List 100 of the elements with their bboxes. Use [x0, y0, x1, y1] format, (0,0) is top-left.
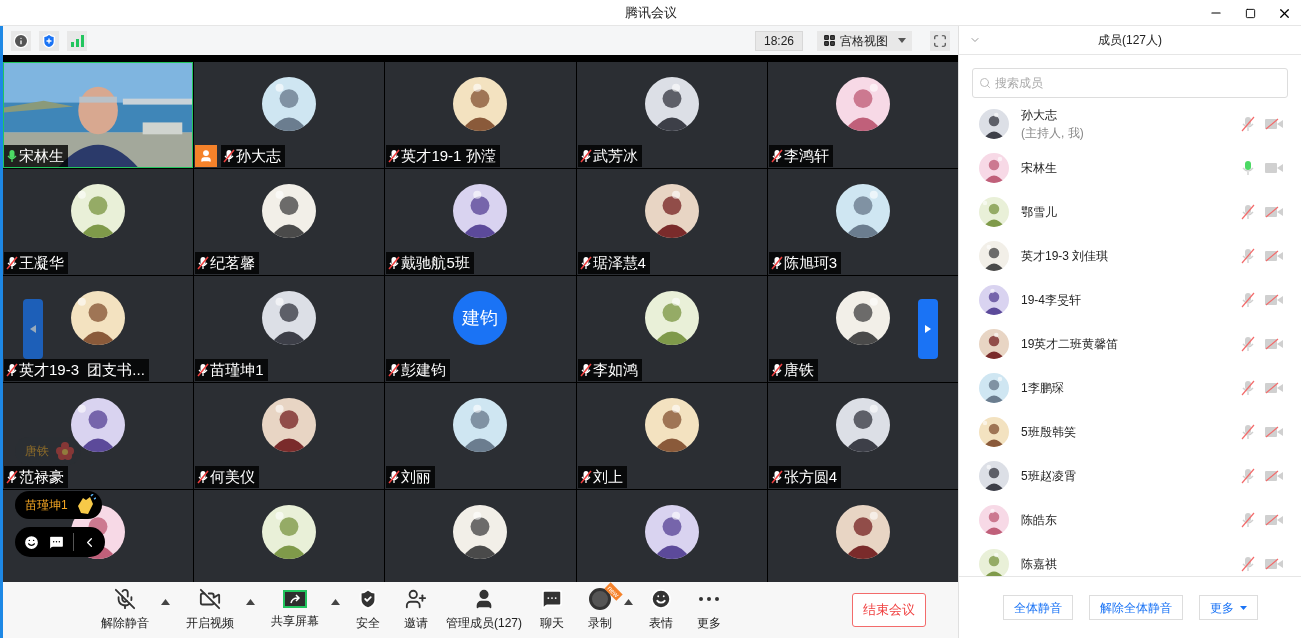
avatar: 建钧 [453, 291, 508, 345]
video-tile[interactable]: 戴驰航5班 [385, 169, 576, 275]
video-tile[interactable]: 琚泽慧4 [576, 169, 767, 275]
member-name: 5班赵凌霄 [1021, 468, 1077, 485]
name-label: 英才19-1 孙滢 [386, 145, 500, 167]
member-row[interactable]: 19英才二班黄馨笛 [959, 322, 1301, 366]
video-tile[interactable]: 英才19-3 团支书... [3, 276, 194, 382]
member-row[interactable]: 1李鹏琛 [959, 366, 1301, 410]
member-name: 陈嘉祺 [1021, 556, 1058, 573]
video-tile[interactable] [767, 490, 958, 582]
name-label: 刘丽 [386, 466, 436, 488]
share-screen-icon [283, 590, 307, 608]
video-tile[interactable]: 苗瑾坤1 [194, 276, 385, 382]
member-name: 孙大志 [1021, 107, 1058, 124]
video-tile[interactable] [194, 490, 385, 582]
name-label: 范禄豪 [4, 466, 68, 488]
member-row[interactable]: 英才19-3 刘佳琪 [959, 234, 1301, 278]
video-tile[interactable]: 陈旭珂3 [767, 169, 958, 275]
window-title: 腾讯会议 [624, 3, 677, 22]
search-icon [979, 77, 991, 89]
video-tile[interactable]: 宋林生 [3, 62, 194, 168]
panel-button[interactable]: 全体静音 [1002, 595, 1073, 620]
name-label: 彭建钧 [386, 359, 451, 381]
member-row[interactable]: 孙大志 (主持人, 我) [959, 102, 1301, 146]
caret-icon [898, 38, 906, 43]
name-label: 琚泽慧4 [577, 252, 650, 274]
toolbar-button[interactable]: 共享屏幕 [259, 585, 331, 635]
video-tile[interactable]: 李鸿轩 [767, 62, 958, 168]
right-arrow-icon [925, 325, 931, 333]
name-label: 武芳冰 [577, 145, 642, 167]
member-row[interactable]: 宋林生 [959, 146, 1301, 190]
maximize-icon [1244, 7, 1256, 19]
member-name: 19-4李旻轩 [1021, 292, 1083, 309]
view-mode-button[interactable]: 宫格视图 [817, 30, 912, 51]
member-name: 1李鹏琛 [1021, 380, 1065, 397]
name-label: 刘上 [577, 466, 627, 488]
member-name: 宋林生 [1021, 160, 1058, 177]
toolbar-button[interactable]: 聊天 [528, 585, 576, 635]
add-user-icon [405, 588, 427, 610]
toolbar-button[interactable]: 表情 [637, 585, 685, 635]
end-meeting-button[interactable]: 结束会议 [852, 593, 926, 627]
video-tile[interactable] [576, 490, 767, 582]
toolbar-button[interactable]: 邀请 [392, 585, 440, 635]
camera-off-icon [199, 588, 221, 610]
name-label: 纪茗馨 [195, 252, 260, 274]
video-tile[interactable]: 王凝华 [3, 169, 194, 275]
toolbar-button[interactable]: 开启视频 [174, 585, 246, 635]
member-row[interactable]: 陈嘉祺 [959, 542, 1301, 576]
name-label: 陈旭珂3 [768, 252, 842, 274]
video-tile[interactable]: 建钧 彭建钧 [385, 276, 576, 382]
search-field[interactable]: 搜索成员 [972, 68, 1288, 98]
toolbar-button[interactable]: 安全 [344, 585, 392, 635]
video-tile[interactable]: 刘丽 [385, 383, 576, 489]
member-name: 陈皓东 [1021, 512, 1058, 529]
chat-icon [541, 588, 563, 610]
member-row[interactable]: 鄂雪儿 [959, 190, 1301, 234]
toolbar-button[interactable]: 管理成员(127) [440, 585, 528, 635]
member-role: (主持人, 我) [1021, 125, 1085, 142]
reaction-bubble: 苗瑾坤1 [15, 491, 102, 519]
panel-button[interactable]: 更多 [1198, 595, 1258, 620]
video-tile[interactable]: 英才19-1 孙滢 [385, 62, 576, 168]
name-label: 张方圆4 [768, 466, 842, 488]
video-tile[interactable]: 唐铁 [767, 276, 958, 382]
member-row[interactable]: 5班赵凌霄 [959, 454, 1301, 498]
meeting-timer: 18:26 [754, 30, 803, 51]
fullscreen-icon[interactable] [930, 30, 950, 51]
video-tile[interactable]: 李如鸿 [576, 276, 767, 382]
video-tile[interactable]: 何美仪 [194, 383, 385, 489]
caret-icon [1239, 605, 1247, 610]
more-icon [699, 597, 719, 601]
shield-icon [357, 588, 379, 610]
smile-icon[interactable] [23, 533, 40, 551]
toolbar-button[interactable]: 更多 [685, 585, 733, 635]
name-label: 苗瑾坤1 [195, 359, 268, 381]
video-tile[interactable]: 武芳冰 [576, 62, 767, 168]
left-arrow-icon [30, 325, 36, 333]
member-name: 19英才二班黄馨笛 [1021, 336, 1120, 353]
member-row[interactable]: 陈皓东 [959, 498, 1301, 542]
panel-button[interactable]: 解除全体静音 [1088, 595, 1183, 620]
member-name: 5班殷韩笑 [1021, 424, 1077, 441]
video-tile[interactable]: 刘上 [576, 383, 767, 489]
name-label: 孙大志 [221, 145, 286, 167]
name-label: 唐铁 [768, 359, 818, 381]
member-row[interactable]: 19-4李旻轩 [959, 278, 1301, 322]
toolbar-button[interactable]: 解除静音 [89, 585, 161, 635]
caret-icon[interactable] [246, 599, 255, 605]
shield-icon[interactable] [39, 30, 59, 51]
member-row[interactable]: 5班殷韩笑 [959, 410, 1301, 454]
caret-icon[interactable] [161, 599, 170, 605]
caret-icon[interactable] [624, 599, 633, 605]
video-tile[interactable]: 孙大志 [194, 62, 385, 168]
video-tile[interactable]: 纪茗馨 [194, 169, 385, 275]
name-label: 戴驰航5班 [386, 252, 474, 274]
info-icon[interactable] [11, 30, 31, 51]
video-tile[interactable]: 张方圆4 [767, 383, 958, 489]
caret-icon[interactable] [331, 599, 340, 605]
panel-title: 成员(127人) [1098, 32, 1162, 49]
grid-icon [823, 34, 836, 47]
video-tile[interactable] [385, 490, 576, 582]
chat-icon[interactable] [48, 533, 65, 551]
